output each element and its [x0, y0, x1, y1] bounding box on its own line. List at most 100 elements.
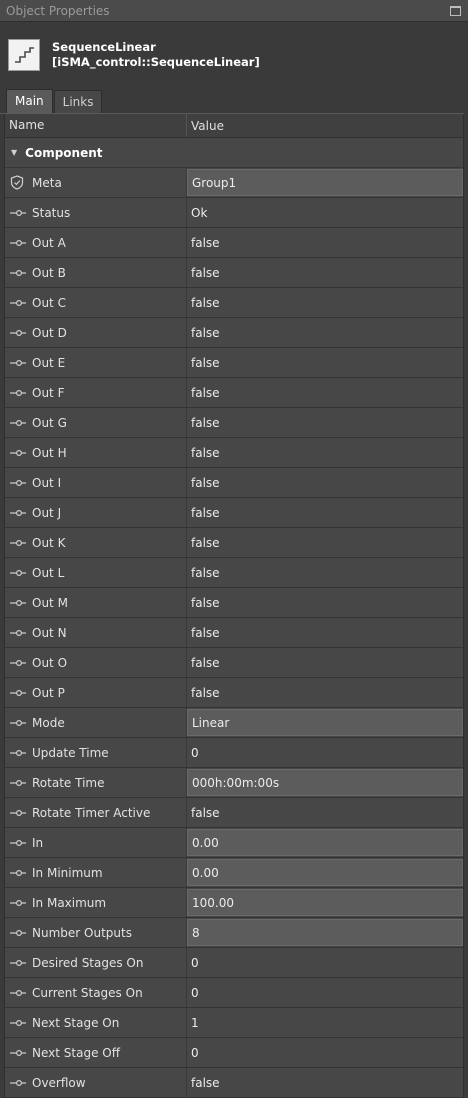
property-value[interactable]: 000h:00m:00s	[187, 769, 463, 796]
property-row-out-l[interactable]: Out L false	[5, 558, 463, 588]
property-row-out-k[interactable]: Out K false	[5, 528, 463, 558]
property-row-next-stage-on[interactable]: Next Stage On 1	[5, 1008, 463, 1038]
slot-link-icon	[10, 1019, 28, 1027]
property-value[interactable]: Linear	[187, 709, 463, 736]
property-name: Current Stages On	[32, 985, 143, 1000]
slot-link-icon	[10, 1049, 28, 1057]
property-value[interactable]: Group1	[187, 169, 463, 196]
slot-link-icon	[10, 359, 28, 367]
property-row-mode[interactable]: Mode Linear	[5, 708, 463, 738]
property-name: Out L	[32, 565, 65, 580]
property-row-update-time[interactable]: Update Time 0	[5, 738, 463, 768]
property-row-meta[interactable]: Meta Group1	[5, 168, 463, 198]
property-row-in-maximum[interactable]: In Maximum 100.00	[5, 888, 463, 918]
property-name: In Maximum	[32, 895, 107, 910]
slot-link-icon	[10, 719, 28, 727]
property-row-out-j[interactable]: Out J false	[5, 498, 463, 528]
slot-link-icon	[10, 509, 28, 517]
slot-link-icon	[10, 239, 28, 247]
property-name: Overflow	[32, 1075, 86, 1090]
slot-link-icon	[10, 539, 28, 547]
property-value[interactable]: 0.00	[187, 829, 463, 856]
scrollbar-track[interactable]	[464, 22, 468, 1079]
property-name: Out M	[32, 595, 68, 610]
property-row-rotate-timer-active[interactable]: Rotate Timer Active false	[5, 798, 463, 828]
property-value[interactable]: 8	[187, 919, 463, 946]
property-name-cell: Rotate Time	[5, 768, 187, 797]
property-name-cell: Out D	[5, 318, 187, 347]
property-name-cell: Current Stages On	[5, 978, 187, 1007]
property-row-in-minimum[interactable]: In Minimum 0.00	[5, 858, 463, 888]
property-name-cell: Out G	[5, 408, 187, 437]
slot-link-icon	[10, 959, 28, 967]
tab-main[interactable]: Main	[6, 89, 53, 113]
property-name: Update Time	[32, 745, 109, 760]
property-name-cell: Out J	[5, 498, 187, 527]
property-name-cell: Out K	[5, 528, 187, 557]
property-row-number-outputs[interactable]: Number Outputs 8	[5, 918, 463, 948]
slot-link-icon	[10, 419, 28, 427]
property-name-cell: Number Outputs	[5, 918, 187, 947]
tab-links[interactable]: Links	[53, 90, 103, 113]
property-name-cell: Mode	[5, 708, 187, 737]
property-row-out-h[interactable]: Out H false	[5, 438, 463, 468]
group-component[interactable]: ▼ Component	[5, 138, 463, 168]
maximize-icon[interactable]	[450, 5, 461, 16]
property-value: false	[191, 265, 220, 280]
property-row-out-g[interactable]: Out G false	[5, 408, 463, 438]
property-value: 1	[191, 1015, 199, 1030]
collapse-caret-icon[interactable]: ▼	[11, 148, 17, 157]
property-row-desired-stages-on[interactable]: Desired Stages On 0	[5, 948, 463, 978]
column-header-name[interactable]: Name	[5, 114, 187, 137]
property-value: false	[191, 325, 220, 340]
property-name-cell: Out P	[5, 678, 187, 707]
property-row-out-o[interactable]: Out O false	[5, 648, 463, 678]
property-value: false	[191, 475, 220, 490]
property-value[interactable]: 0.00	[187, 859, 463, 886]
object-type: [iSMA_control::SequenceLinear]	[52, 55, 260, 69]
property-row-out-n[interactable]: Out N false	[5, 618, 463, 648]
property-name-cell: Desired Stages On	[5, 948, 187, 977]
property-row-out-f[interactable]: Out F false	[5, 378, 463, 408]
property-name: Meta	[32, 175, 62, 190]
property-row-in[interactable]: In 0.00	[5, 828, 463, 858]
slot-link-icon	[10, 629, 28, 637]
property-row-overflow[interactable]: Overflow false	[5, 1068, 463, 1098]
property-row-out-i[interactable]: Out I false	[5, 468, 463, 498]
property-value: false	[191, 385, 220, 400]
property-row-rotate-time[interactable]: Rotate Time 000h:00m:00s	[5, 768, 463, 798]
property-name: Out I	[32, 475, 62, 490]
property-row-status[interactable]: Status Ok	[5, 198, 463, 228]
property-row-out-c[interactable]: Out C false	[5, 288, 463, 318]
slot-link-icon	[10, 1079, 28, 1087]
slot-link-icon	[10, 899, 28, 907]
property-row-out-d[interactable]: Out D false	[5, 318, 463, 348]
property-value: false	[191, 505, 220, 520]
property-name-cell: Update Time	[5, 738, 187, 767]
property-name-cell: Out E	[5, 348, 187, 377]
property-row-out-b[interactable]: Out B false	[5, 258, 463, 288]
property-name-cell: Status	[5, 198, 187, 227]
property-value: false	[191, 535, 220, 550]
property-value: false	[191, 1075, 220, 1090]
property-name: Out P	[32, 685, 65, 700]
property-value[interactable]: 100.00	[187, 889, 463, 916]
property-name: Out F	[32, 385, 65, 400]
panel-title: Object Properties	[6, 3, 110, 18]
property-row-out-p[interactable]: Out P false	[5, 678, 463, 708]
property-name-cell: Out I	[5, 468, 187, 497]
property-row-out-m[interactable]: Out M false	[5, 588, 463, 618]
property-name: Rotate Time	[32, 775, 105, 790]
property-name: Desired Stages On	[32, 955, 144, 970]
sequence-component-icon	[8, 39, 40, 71]
property-row-current-stages-on[interactable]: Current Stages On 0	[5, 978, 463, 1008]
property-row-next-stage-off[interactable]: Next Stage Off 0	[5, 1038, 463, 1068]
property-row-out-a[interactable]: Out A false	[5, 228, 463, 258]
property-name: Number Outputs	[32, 925, 132, 940]
property-value: false	[191, 445, 220, 460]
slot-link-icon	[10, 809, 28, 817]
property-row-out-e[interactable]: Out E false	[5, 348, 463, 378]
property-name-cell: Out N	[5, 618, 187, 647]
column-header-value[interactable]: Value	[187, 119, 224, 133]
property-value: false	[191, 565, 220, 580]
